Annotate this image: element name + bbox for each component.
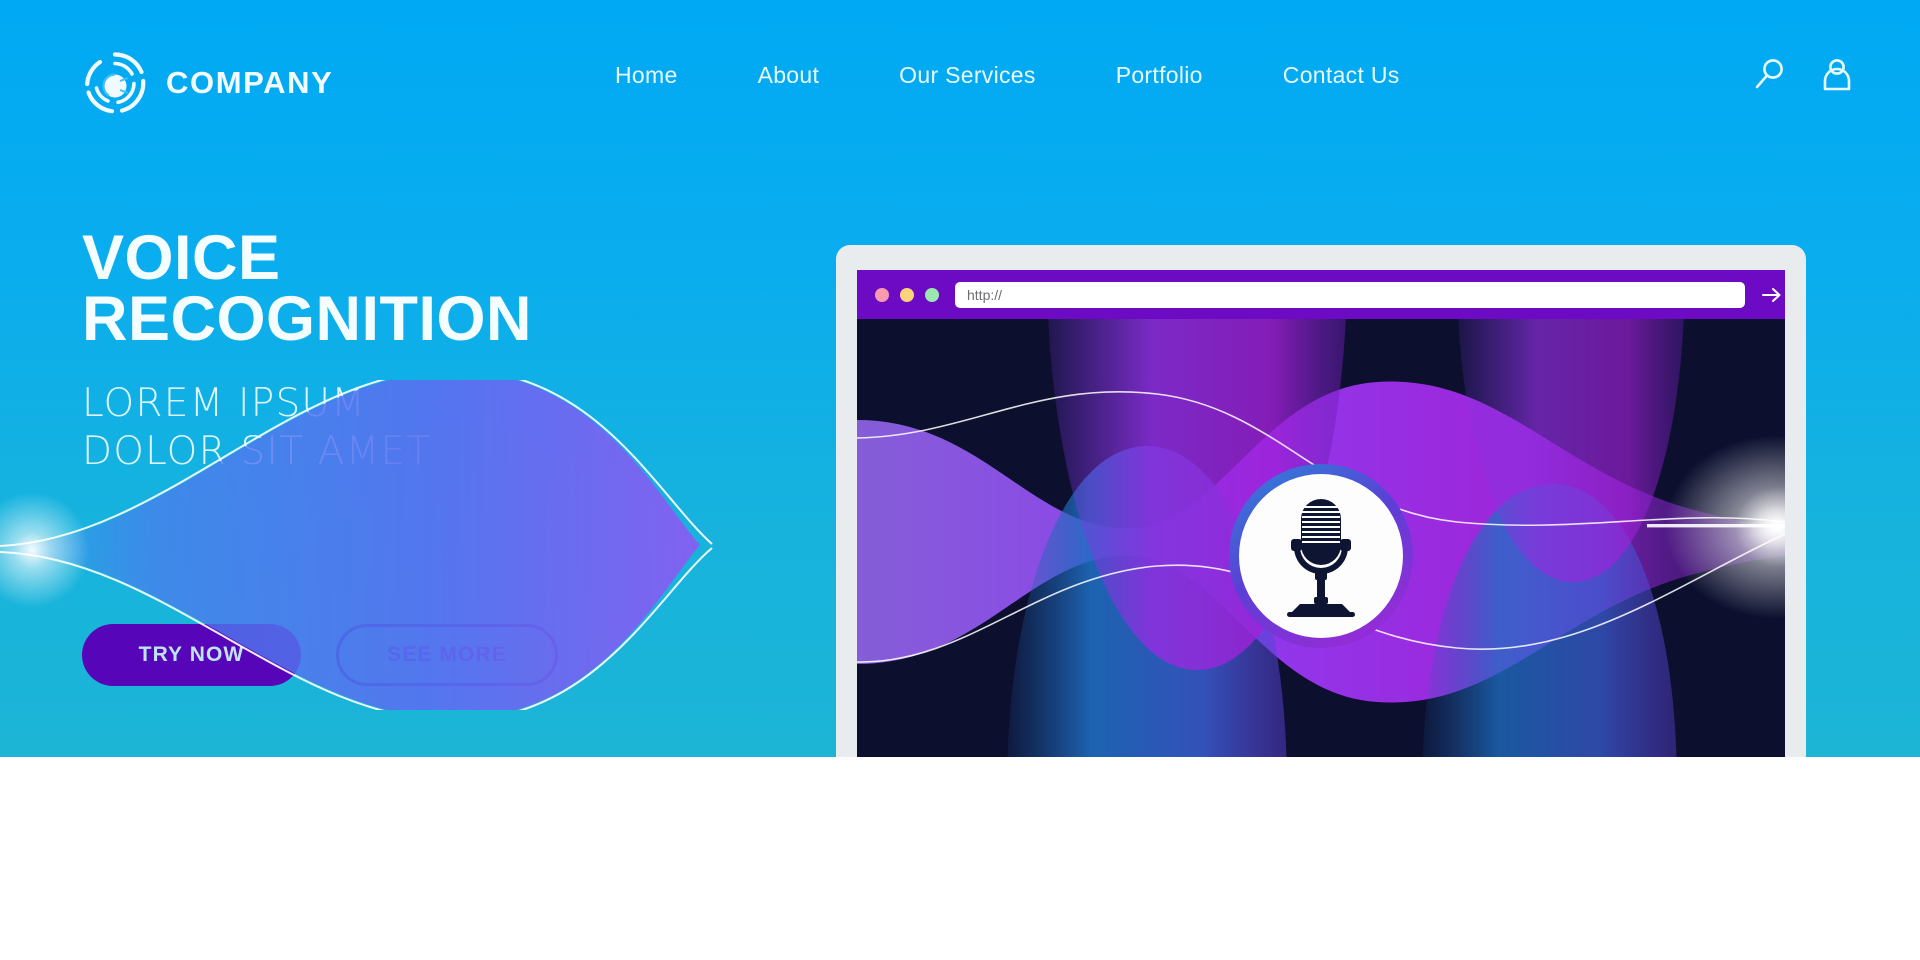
nav-link-portfolio[interactable]: Portfolio [1076, 62, 1243, 89]
laptop-lid: http:// [836, 245, 1806, 757]
microphone-icon [1287, 499, 1355, 617]
microphone-badge-disc [1239, 474, 1403, 638]
maximize-dot[interactable] [925, 287, 939, 302]
try-now-button[interactable]: TRY NOW [82, 624, 301, 686]
search-icon[interactable] [1752, 56, 1786, 94]
browser-traffic-lights [875, 287, 939, 302]
hero-cta-group: TRY NOW SEE MORE [82, 624, 558, 686]
hero-copy: VOICE RECOGNITION LOREM IPSUM DOLOR SIT … [82, 223, 722, 475]
circular-swirl-logo-icon [82, 50, 148, 116]
laptop-mockup: http:// [836, 245, 1806, 757]
nav-link-home[interactable]: Home [575, 62, 718, 89]
see-more-button[interactable]: SEE MORE [336, 624, 558, 686]
arrow-right-icon[interactable] [1759, 282, 1785, 308]
hero-subtitle-line-1: LOREM IPSUM [82, 381, 366, 427]
user-account-icon[interactable] [1820, 56, 1854, 94]
nav-link-our-services[interactable]: Our Services [859, 62, 1076, 89]
hero-section: COMPANY Home About Our Services Portfoli… [0, 0, 1920, 757]
nav-icon-group [1752, 0, 1854, 150]
nav-link-contact-us[interactable]: Contact Us [1243, 62, 1440, 89]
hero-title-line-2: RECOGNITION [82, 284, 533, 355]
url-input[interactable]: http:// [955, 281, 1745, 308]
hero-subtitle-line-2: DOLOR SIT AMET [82, 428, 432, 474]
browser-chrome-bar: http:// [857, 270, 1785, 319]
nav-link-about[interactable]: About [718, 62, 860, 89]
microphone-badge[interactable] [1229, 464, 1413, 648]
laptop-screen: http:// [857, 270, 1785, 757]
brand-logo[interactable]: COMPANY [82, 50, 333, 116]
page-title: VOICE RECOGNITION [82, 223, 722, 355]
minimize-dot[interactable] [900, 287, 914, 302]
hero-subtitle: LOREM IPSUM DOLOR SIT AMET [82, 380, 722, 475]
left-glow-point [0, 490, 92, 610]
nav-links: Home About Our Services Portfolio Contac… [575, 0, 1440, 150]
close-dot[interactable] [875, 287, 889, 302]
main-navbar: COMPANY Home About Our Services Portfoli… [0, 0, 1920, 150]
hero-title-line-1: VOICE [82, 223, 281, 293]
brand-name: COMPANY [166, 65, 334, 100]
